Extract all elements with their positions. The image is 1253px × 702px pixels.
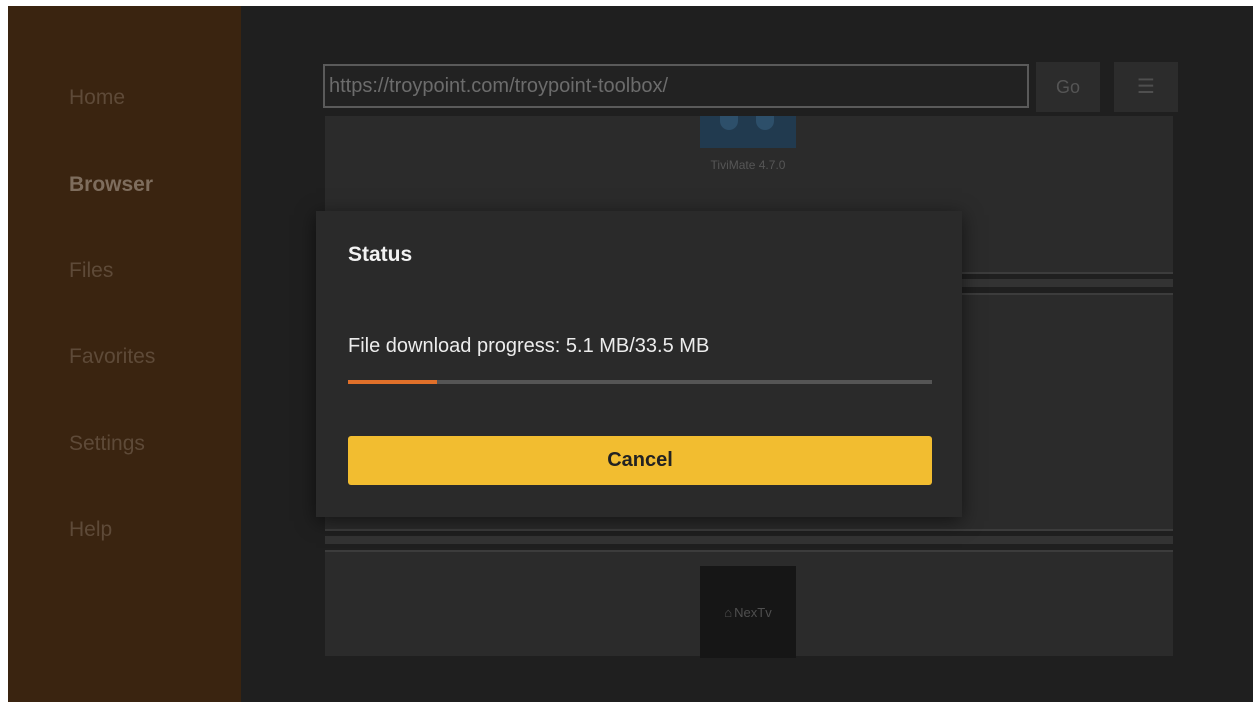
progress-text: File download progress: 5.1 MB/33.5 MB bbox=[348, 335, 710, 357]
progress-bar bbox=[348, 380, 932, 384]
web-content-panel: ⌂ NexTv bbox=[325, 550, 1173, 658]
progress-fill bbox=[348, 380, 437, 384]
dialog-title: Status bbox=[348, 243, 413, 266]
cancel-button[interactable]: Cancel bbox=[348, 436, 932, 485]
status-dialog: Status File download progress: 5.1 MB/33… bbox=[316, 211, 962, 517]
logo-text: NexTv bbox=[734, 604, 772, 620]
divider bbox=[325, 536, 1173, 544]
tivimate-thumbnail[interactable] bbox=[700, 116, 796, 148]
sidebar-item-settings[interactable]: Settings bbox=[69, 432, 145, 456]
sidebar-item-browser[interactable]: Browser bbox=[69, 173, 153, 197]
go-button[interactable]: Go bbox=[1036, 62, 1100, 112]
sidebar-item-home[interactable]: Home bbox=[69, 86, 125, 110]
url-input[interactable]: https://troypoint.com/troypoint-toolbox/ bbox=[323, 64, 1029, 108]
hamburger-menu-icon: ☰ bbox=[1137, 76, 1155, 98]
house-icon: ⌂ bbox=[724, 604, 733, 620]
menu-button[interactable]: ☰ bbox=[1114, 62, 1178, 112]
app-screen: Home Browser Files Favorites Settings He… bbox=[8, 6, 1253, 702]
sidebar-item-files[interactable]: Files bbox=[69, 259, 113, 283]
sidebar-item-favorites[interactable]: Favorites bbox=[69, 345, 155, 369]
sidebar-item-help[interactable]: Help bbox=[69, 518, 112, 542]
nextv-logo[interactable]: ⌂ NexTv bbox=[700, 566, 796, 658]
app-caption: TiviMate 4.7.0 bbox=[710, 158, 786, 172]
sidebar: Home Browser Files Favorites Settings He… bbox=[8, 6, 241, 702]
